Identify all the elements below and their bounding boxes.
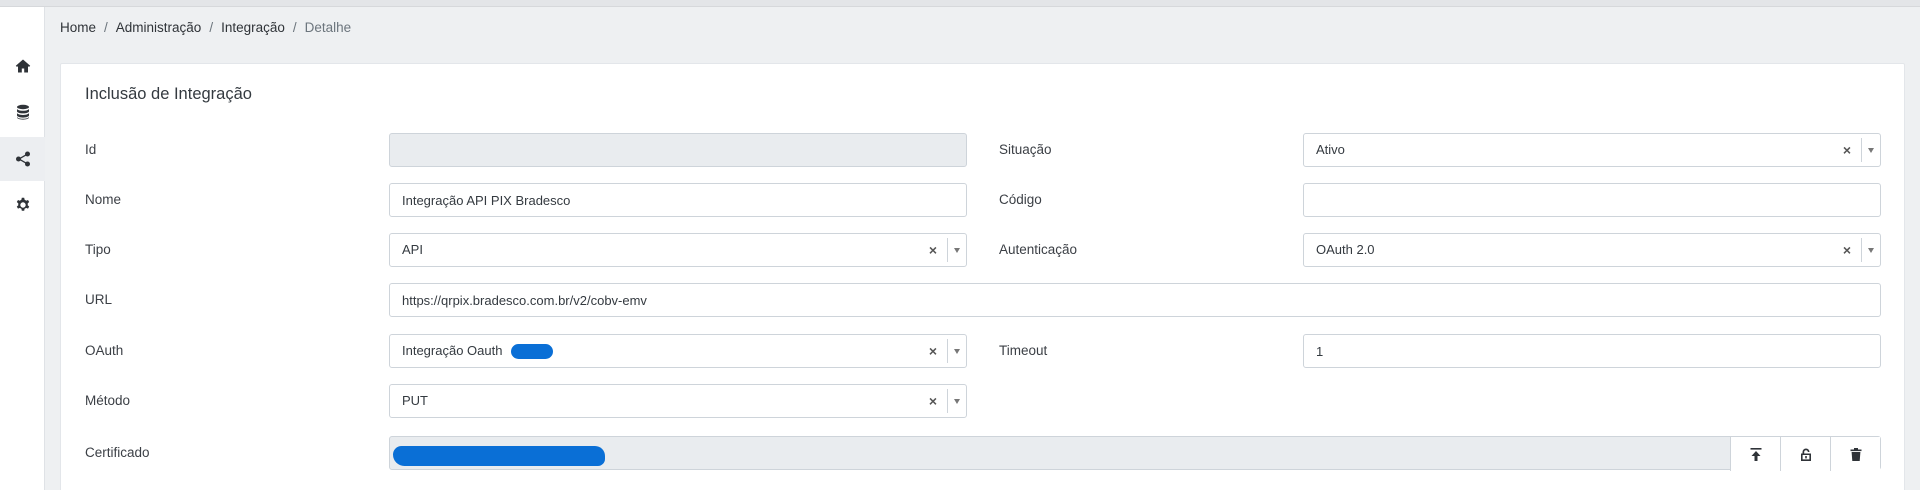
nome-label: Nome bbox=[85, 192, 122, 207]
breadcrumb-integracao[interactable]: Integração bbox=[221, 20, 285, 35]
tipo-value: API bbox=[402, 242, 423, 257]
page-title: Inclusão de Integração bbox=[85, 85, 252, 103]
share-icon bbox=[15, 151, 30, 167]
metodo-select[interactable]: PUT × bbox=[389, 384, 967, 418]
codigo-label: Código bbox=[999, 192, 1042, 207]
form-card: Inclusão de Integração Id Situação Ativo… bbox=[60, 63, 1905, 490]
chevron-down-icon[interactable] bbox=[1861, 238, 1880, 262]
oauth-label: OAuth bbox=[85, 343, 124, 358]
chevron-down-icon[interactable] bbox=[947, 389, 966, 413]
chevron-down-icon[interactable] bbox=[947, 238, 966, 262]
certificado-field bbox=[389, 436, 1881, 471]
breadcrumb-separator: / bbox=[292, 19, 297, 35]
id-label: Id bbox=[85, 142, 97, 157]
chevron-down-icon[interactable] bbox=[1861, 138, 1880, 162]
situacao-value: Ativo bbox=[1316, 142, 1345, 157]
oauth-clear-icon[interactable]: × bbox=[926, 335, 940, 367]
breadcrumb: Home / Administração / Integração / Deta… bbox=[60, 18, 351, 36]
sidebar bbox=[0, 7, 45, 490]
redaction-mark bbox=[393, 446, 605, 466]
autenticacao-select[interactable]: OAuth 2.0 × bbox=[1303, 233, 1881, 267]
url-field[interactable] bbox=[389, 283, 1881, 317]
timeout-label: Timeout bbox=[999, 343, 1048, 358]
certificado-label: Certificado bbox=[85, 445, 150, 460]
timeout-field[interactable] bbox=[1303, 334, 1881, 368]
breadcrumb-current: Detalhe bbox=[304, 19, 352, 35]
url-label: URL bbox=[85, 292, 113, 307]
top-bar bbox=[0, 0, 1920, 7]
tipo-label: Tipo bbox=[85, 242, 111, 257]
autenticacao-value: OAuth 2.0 bbox=[1316, 242, 1375, 257]
situacao-label: Situação bbox=[999, 142, 1052, 157]
metodo-label: Método bbox=[85, 393, 131, 408]
delete-button[interactable] bbox=[1830, 437, 1880, 471]
situacao-clear-icon[interactable]: × bbox=[1840, 134, 1854, 166]
autenticacao-label: Autenticação bbox=[999, 242, 1078, 257]
chevron-down-icon[interactable] bbox=[947, 339, 966, 363]
oauth-select[interactable]: Integração Oauth × bbox=[389, 334, 967, 368]
redaction-mark bbox=[511, 344, 553, 359]
trash-icon bbox=[1850, 447, 1861, 461]
situacao-select[interactable]: Ativo × bbox=[1303, 133, 1881, 167]
sidebar-item-settings[interactable] bbox=[0, 183, 45, 227]
database-icon bbox=[16, 104, 29, 120]
sidebar-item-database[interactable] bbox=[0, 90, 45, 134]
breadcrumb-administracao[interactable]: Administração bbox=[116, 20, 202, 35]
oauth-value: Integração Oauth bbox=[402, 343, 503, 358]
breadcrumb-separator: / bbox=[209, 19, 214, 35]
tipo-clear-icon[interactable]: × bbox=[926, 234, 940, 266]
autenticacao-clear-icon[interactable]: × bbox=[1840, 234, 1854, 266]
tipo-select[interactable]: API × bbox=[389, 233, 967, 267]
sidebar-item-home[interactable] bbox=[0, 44, 45, 88]
nome-field[interactable] bbox=[389, 183, 967, 217]
sidebar-item-integracao[interactable] bbox=[0, 137, 45, 181]
id-field bbox=[389, 133, 967, 167]
codigo-field[interactable] bbox=[1303, 183, 1881, 217]
breadcrumb-home[interactable]: Home bbox=[60, 20, 96, 35]
unlock-button[interactable] bbox=[1780, 437, 1830, 471]
metodo-value: PUT bbox=[402, 393, 428, 408]
breadcrumb-separator: / bbox=[104, 19, 108, 35]
unlock-icon bbox=[1800, 448, 1811, 461]
upload-icon bbox=[1750, 447, 1761, 461]
metodo-clear-icon[interactable]: × bbox=[926, 385, 940, 417]
home-icon bbox=[15, 59, 30, 73]
gear-icon bbox=[16, 197, 29, 211]
upload-button[interactable] bbox=[1730, 437, 1780, 471]
